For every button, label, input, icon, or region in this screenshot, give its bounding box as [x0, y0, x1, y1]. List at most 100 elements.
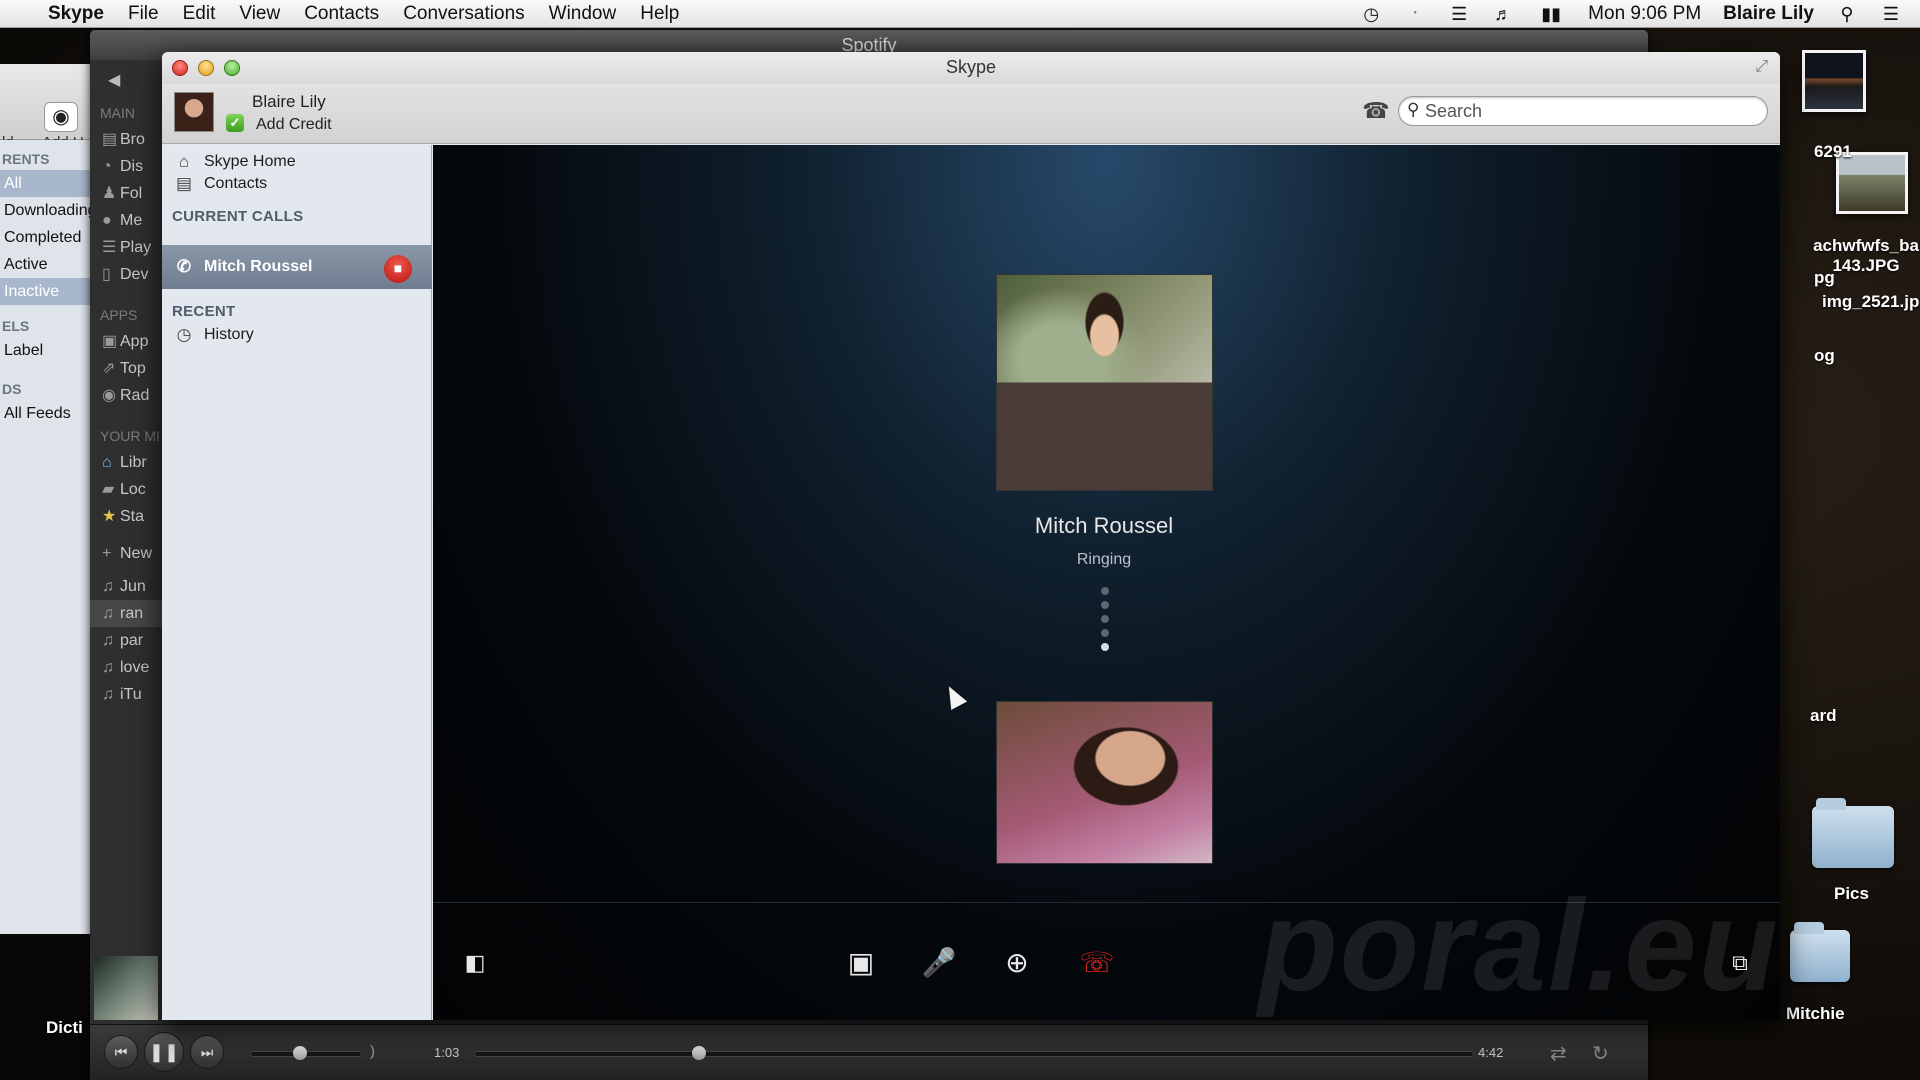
avatar[interactable] — [174, 92, 214, 132]
notification-list-icon[interactable]: ☰ — [1880, 5, 1902, 23]
total-time: 4:42 — [1478, 1045, 1504, 1060]
spotify-sidebar: ◀ MAIN ▤ Bro ◔ Dis ♟ Fol ● Me ☰ Play ▯ Dev APP… — [90, 60, 162, 1030]
spotlight-search-icon[interactable]: ⚲ — [1836, 5, 1858, 23]
add-credit-link[interactable]: Add Credit — [256, 116, 332, 134]
sidebar-item-current-call[interactable]: ✆ Mitch Roussel ■ — [162, 245, 432, 289]
spotify-library-item[interactable]: ▰ Loc — [90, 476, 162, 503]
end-call-button[interactable]: ☏ — [1075, 943, 1119, 983]
menu-view[interactable]: View — [227, 3, 292, 25]
browse-icon: ▤ — [102, 131, 118, 148]
previous-track-button[interactable]: ⏮ — [104, 1035, 138, 1069]
spotify-nav-item[interactable]: ▯ Dev — [90, 261, 162, 288]
window-title: Skype — [945, 57, 997, 77]
playlist-item[interactable]: ♫ love — [90, 654, 162, 681]
pics-folder-icon[interactable] — [1812, 798, 1894, 868]
spotify-nav-item[interactable]: ♟ Fol — [90, 180, 162, 207]
volume-knob[interactable] — [293, 1046, 308, 1060]
spotify-app-item[interactable]: ◉ Rad — [90, 382, 162, 409]
ringing-indicator-dot — [1101, 615, 1109, 623]
app-menu[interactable]: Skype — [24, 3, 116, 25]
torrent-filter-all[interactable]: All — [0, 170, 91, 197]
search-input[interactable] — [1425, 101, 1755, 121]
menu-window[interactable]: Window — [537, 3, 629, 25]
playlist-item[interactable]: ♫ iTu — [90, 681, 162, 708]
self-video-preview[interactable] — [996, 701, 1213, 864]
spotify-library-item[interactable]: ★ Sta — [90, 503, 162, 530]
album-art-thumb[interactable] — [94, 956, 158, 1020]
menu-edit[interactable]: Edit — [171, 3, 228, 25]
globe-icon[interactable]: ◉ — [44, 102, 78, 132]
battery-icon[interactable]: ▮▮ — [1536, 5, 1566, 23]
spotify-app-item[interactable]: ▣ App — [90, 328, 162, 355]
follow-icon: ♟ — [102, 185, 117, 202]
repeat-icon[interactable]: ↻ — [1592, 1041, 1609, 1066]
back-arrow-icon[interactable]: ◀ — [108, 70, 120, 90]
remote-contact-photo[interactable] — [996, 274, 1213, 491]
desktop-file-label[interactable]: 6291 — [1814, 142, 1852, 162]
menu-user[interactable]: Blaire Lily — [1723, 3, 1814, 25]
spotify-library-item[interactable]: ⌂ Libr — [90, 449, 162, 476]
new-playlist-button[interactable]: + New — [90, 540, 162, 567]
video-camera-button[interactable]: ▣ — [839, 943, 883, 983]
profile-name[interactable]: Blaire Lily — [252, 92, 326, 112]
torrent-filter-inactive[interactable]: Inactive — [0, 278, 91, 305]
fullscreen-toggle-button[interactable]: ⧉ — [1718, 943, 1762, 983]
desktop-file-label[interactable]: img_2521.jp — [1822, 292, 1919, 312]
skype-profile-bar: ✓ Blaire Lily Add Credit ☎ ⚲ — [162, 84, 1780, 144]
torrent-filter-completed[interactable]: Completed — [0, 224, 91, 251]
spotify-section-title: YOUR MI — [100, 428, 160, 444]
wifi-icon[interactable]: ☰ — [1448, 5, 1470, 23]
plus-icon: + — [102, 545, 112, 562]
torrent-toolbar: ld ◉ Add U — [0, 64, 91, 151]
menu-file[interactable]: File — [116, 3, 171, 25]
play-queue-icon: ☰ — [102, 239, 117, 256]
spotify-nav-item[interactable]: ◔ Dis — [90, 153, 162, 180]
bluetooth-icon[interactable]: ᛫ — [1404, 5, 1426, 23]
desktop-folder-label[interactable]: Mitchie — [1786, 1004, 1845, 1024]
playlist-item[interactable]: ♫ par — [90, 627, 162, 654]
spotify-app-item[interactable]: ⇗ Top — [90, 355, 162, 382]
dialpad-icon[interactable]: ☎ — [1362, 98, 1390, 126]
volume-speaker-icon: ) — [370, 1043, 375, 1060]
add-participant-button[interactable]: ⊕ — [995, 943, 1039, 983]
menu-help[interactable]: Help — [628, 3, 691, 25]
torrent-section-title: DS — [2, 381, 22, 397]
progress-knob[interactable] — [692, 1046, 706, 1060]
time-machine-icon[interactable]: ◷ — [1360, 5, 1382, 23]
desktop-file-label[interactable]: Dicti — [46, 1018, 83, 1038]
show-sidebar-button[interactable]: ◧ — [453, 943, 497, 983]
microphone-button[interactable]: 🎤 — [917, 943, 961, 983]
desktop-file-label[interactable]: og — [1814, 346, 1835, 366]
desktop-file-label[interactable]: pg — [1814, 268, 1835, 288]
spotify-nav-item[interactable]: ▤ Bro — [90, 126, 162, 153]
spotify-nav-item[interactable]: ☰ Play — [90, 234, 162, 261]
current-calls-heading: CURRENT CALLS — [172, 208, 304, 225]
volume-icon[interactable]: ♬ — [1492, 5, 1514, 23]
playlist-item[interactable]: ♫ Jun — [90, 573, 162, 600]
shuffle-icon[interactable]: ⇄ — [1550, 1041, 1567, 1066]
search-box[interactable]: ⚲ — [1398, 96, 1768, 126]
playlist-item[interactable]: ♫ ran — [90, 600, 162, 627]
online-status-icon[interactable]: ✓ — [226, 114, 244, 132]
torrent-filter-active[interactable]: Active — [0, 251, 91, 278]
menu-clock[interactable]: Mon 9:06 PM — [1588, 3, 1701, 25]
pause-button[interactable]: ❚❚ — [144, 1032, 184, 1072]
fullscreen-icon[interactable]: ⤢ — [1755, 58, 1768, 76]
next-track-button[interactable]: ⏭ — [190, 1035, 224, 1069]
hang-up-icon[interactable]: ■ — [384, 255, 412, 283]
menu-contacts[interactable]: Contacts — [292, 3, 391, 25]
song-progress-bar[interactable] — [474, 1051, 1474, 1057]
call-status: Ringing — [1076, 551, 1132, 568]
sidebar-item-contacts[interactable]: ▤ Contacts — [162, 171, 432, 197]
torrent-filter-downloading[interactable]: Downloading — [0, 197, 91, 224]
torrent-sidebar: RENTS All Downloading Completed Active I… — [0, 140, 91, 934]
torrent-feeds-item[interactable]: All Feeds — [0, 400, 91, 427]
sidebar-item-history[interactable]: ◷ History — [162, 322, 432, 348]
desktop-file-label[interactable]: ard — [1810, 706, 1836, 726]
torrent-label-item[interactable]: Label — [0, 337, 91, 364]
desktop-folder-label[interactable]: Pics — [1834, 884, 1869, 904]
desktop-photo-thumb[interactable] — [1802, 50, 1866, 112]
mitchie-folder-icon[interactable] — [1790, 922, 1850, 982]
menu-conversations[interactable]: Conversations — [391, 3, 536, 25]
spotify-nav-item[interactable]: ● Me — [90, 207, 162, 234]
